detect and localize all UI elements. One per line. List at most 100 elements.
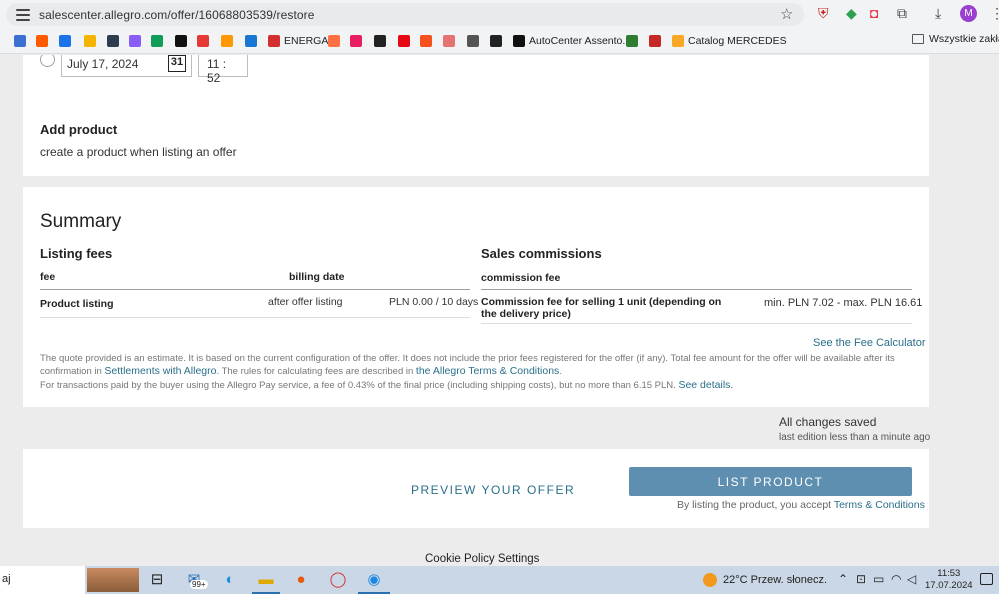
extension-diamond-icon[interactable]: ◆ — [846, 5, 857, 22]
bookmark-label: ENERGA — [284, 35, 329, 47]
clock-time: 11:53 — [937, 568, 961, 579]
tray-chevron-icon[interactable]: ⌃ — [838, 572, 848, 586]
file-explorer-icon[interactable]: ▬ — [256, 570, 276, 590]
bookmark-item[interactable] — [221, 33, 233, 49]
bookmark-item[interactable] — [197, 33, 209, 49]
site-info-icon[interactable] — [16, 8, 30, 21]
bookmark-favicon-icon — [420, 35, 432, 47]
wifi-icon[interactable]: ◠ — [891, 572, 901, 586]
bookmark-favicon-icon — [129, 35, 141, 47]
billing-date-value: after offer listing — [268, 296, 343, 308]
bookmark-item[interactable] — [59, 33, 71, 49]
bookmark-item[interactable] — [649, 33, 661, 49]
commission-row-label: Commission fee for selling 1 unit (depen… — [481, 296, 722, 320]
volume-icon[interactable]: ◁ — [907, 572, 916, 586]
task-view-icon[interactable]: ⊟ — [147, 570, 167, 590]
taskbar-search[interactable]: aj — [0, 566, 85, 594]
bookmark-star-icon[interactable]: ☆ — [780, 5, 793, 23]
bookmark-item[interactable] — [84, 33, 96, 49]
terms-conditions-link[interactable]: Terms & Conditions — [834, 499, 925, 511]
bookmark-favicon-icon — [107, 35, 119, 47]
settlements-link[interactable]: Settlements with Allegro — [104, 365, 216, 377]
weather-sun-icon — [703, 573, 717, 587]
bookmark-item[interactable] — [350, 33, 362, 49]
bookmark-item[interactable] — [467, 33, 479, 49]
url-text[interactable]: salescenter.allegro.com/offer/1606880353… — [39, 8, 315, 22]
bookmark-favicon-icon — [268, 35, 280, 47]
col-fee-header: fee — [40, 271, 56, 283]
all-bookmarks-label: Wszystkie zakładki — [929, 33, 999, 45]
bookmark-item[interactable] — [374, 33, 386, 49]
bookmark-item[interactable] — [107, 33, 119, 49]
taskbar-clock[interactable]: 11:53 17.07.2024 — [925, 568, 973, 592]
bookmark-item[interactable] — [328, 33, 340, 49]
bookmark-item[interactable] — [129, 33, 141, 49]
preview-offer-button[interactable]: PREVIEW YOUR OFFER — [411, 483, 575, 497]
chrome-icon[interactable]: ◉ — [364, 570, 384, 590]
bookmark-item[interactable] — [36, 33, 48, 49]
omnibox[interactable]: salescenter.allegro.com/offer/1606880353… — [6, 3, 804, 26]
pocket-icon[interactable]: ◘ — [870, 5, 878, 21]
mail-badge: 99+ — [190, 580, 208, 589]
download-icon[interactable]: ⤓ — [935, 5, 941, 22]
bookmark-favicon-icon — [374, 35, 386, 47]
bookmark-item[interactable]: ENERGA — [268, 33, 328, 49]
bookmark-item[interactable] — [420, 33, 432, 49]
date-field[interactable]: July 17, 2024 31 — [61, 55, 192, 77]
bookmark-item[interactable]: AutoCenter Assento... — [513, 33, 631, 49]
save-status-subtitle: last edition less than a minute ago — [779, 432, 931, 443]
table-divider — [40, 317, 470, 318]
profile-avatar[interactable]: M — [960, 5, 977, 22]
taskbar: aj ⊟ ✉ 99+ ◐ ▬ ● ◯ ◉ 22°C Przew. słonecz… — [0, 566, 999, 594]
network-icon[interactable]: ⊡ — [856, 572, 866, 586]
notifications-icon[interactable] — [980, 573, 993, 585]
terms-link[interactable]: the Allegro Terms & Conditions — [416, 365, 559, 377]
edge-icon[interactable]: ◐ — [220, 570, 240, 590]
bookmark-item[interactable] — [151, 33, 163, 49]
bookmark-item[interactable] — [398, 33, 410, 49]
menu-icon[interactable]: ⋮ — [990, 5, 999, 22]
bookmarks-bar: Wszystkie zakładki ENERGA AutoCenter Asse… — [0, 28, 999, 54]
table-divider — [481, 289, 912, 290]
calendar-icon[interactable]: 31 — [168, 55, 186, 72]
bookmark-item[interactable] — [626, 33, 638, 49]
page-content: July 17, 2024 31 11 : 52 Add product cre… — [0, 55, 999, 566]
bookmark-item[interactable] — [443, 33, 455, 49]
extensions-puzzle-icon[interactable]: ⧉ — [897, 5, 907, 22]
bookmark-item[interactable] — [490, 33, 502, 49]
bookmark-favicon-icon — [328, 35, 340, 47]
bookmark-favicon-icon — [14, 35, 26, 47]
commission-amount: min. PLN 7.02 - max. PLN 16.61 — [764, 297, 923, 309]
bookmark-item[interactable] — [245, 33, 257, 49]
extension-shield-icon[interactable]: ⛨ — [818, 5, 829, 22]
folder-icon — [912, 34, 924, 44]
list-product-button[interactable]: LIST PRODUCT — [629, 467, 912, 496]
bookmark-favicon-icon — [36, 35, 48, 47]
col-billing-header: billing date — [289, 271, 345, 283]
actions-card: PREVIEW YOUR OFFER LIST PRODUCT By listi… — [23, 449, 929, 528]
quote-note-text-3: . — [559, 366, 562, 377]
sales-commissions-heading: Sales commissions — [481, 246, 602, 261]
opera-icon[interactable]: ◯ — [328, 570, 348, 590]
bookmark-favicon-icon — [649, 35, 661, 47]
bookmark-favicon-icon — [443, 35, 455, 47]
cookie-settings-link[interactable]: Cookie Policy Settings — [425, 553, 539, 565]
all-bookmarks-folder[interactable]: Wszystkie zakładki — [912, 33, 999, 45]
search-highlight-image[interactable] — [87, 568, 139, 592]
fee-calculator-link[interactable]: See the Fee Calculator — [813, 337, 926, 349]
time-field[interactable]: 11 : 52 — [198, 55, 248, 85]
weather-widget[interactable]: 22°C Przew. słonecz. — [703, 573, 827, 587]
bookmark-item[interactable] — [175, 33, 187, 49]
accept-terms-label: By listing the product, you accept — [677, 499, 834, 511]
clock-date: 17.07.2024 — [925, 580, 973, 591]
battery-icon[interactable]: ▭ — [873, 572, 884, 586]
save-status-title: All changes saved — [779, 415, 877, 429]
see-details-link[interactable]: See details. — [678, 379, 733, 391]
firefox-icon[interactable]: ● — [291, 570, 311, 590]
bookmark-item[interactable]: Catalog MERCEDES — [672, 33, 787, 49]
quote-note: The quote provided is an estimate. It is… — [40, 353, 900, 378]
listing-fee-amount: PLN 0.00 / 10 days — [389, 296, 479, 308]
bookmark-favicon-icon — [490, 35, 502, 47]
allegro-pay-note: For transactions paid by the buyer using… — [40, 379, 900, 392]
bookmark-item[interactable] — [14, 33, 26, 49]
